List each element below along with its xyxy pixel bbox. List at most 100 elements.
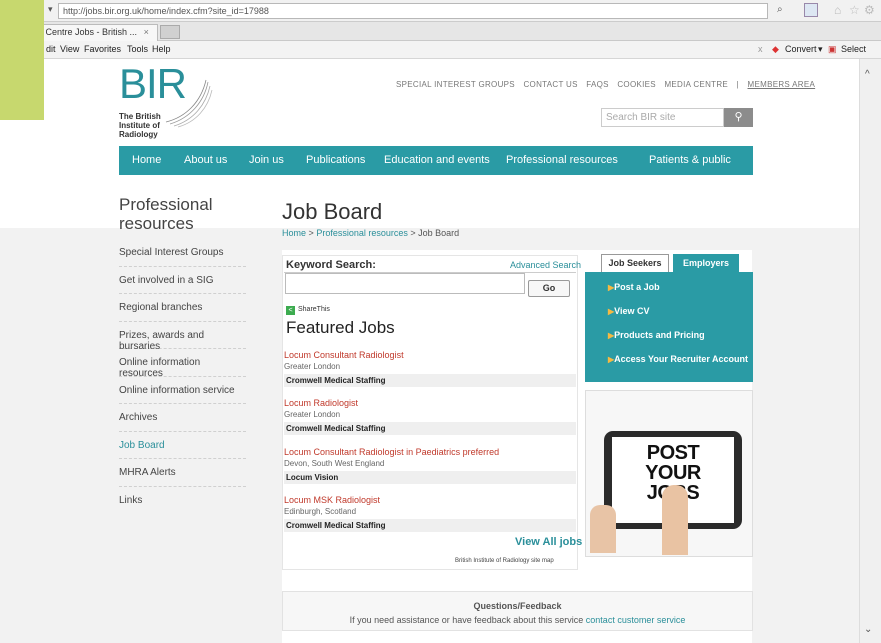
share-icon[interactable]: < (286, 306, 295, 315)
view-all-jobs-link[interactable]: View All jobs (515, 536, 582, 548)
sidebar-item-job-board[interactable]: Job Board (119, 432, 246, 459)
job-title-link[interactable]: Locum Radiologist (284, 398, 576, 408)
favorites-star-icon[interactable]: ☆ (849, 3, 860, 17)
hand-right-graphic (662, 485, 688, 555)
convert-dropdown-icon[interactable]: ▾ (818, 44, 823, 55)
link-special-interest-groups[interactable]: SPECIAL INTEREST GROUPS (396, 80, 515, 89)
sidebar-item-get-involved-in-a-sig[interactable]: Get involved in a SIG (119, 267, 246, 294)
select-icon: ▣ (828, 44, 837, 54)
post-a-job-link[interactable]: ▶Post a Job (608, 282, 660, 292)
job-listing: Locum Consultant Radiologist Greater Lon… (284, 350, 576, 387)
site-search-input[interactable]: Search BIR site (601, 108, 724, 127)
job-listing: Locum MSK Radiologist Edinburgh, Scotlan… (284, 495, 576, 532)
sidebar-item-online-information-service[interactable]: Online information service (119, 377, 246, 404)
job-location: Greater London (284, 362, 341, 371)
job-title-link[interactable]: Locum Consultant Radiologist in Paediatr… (284, 447, 576, 457)
contact-customer-service-link[interactable]: contact customer service (586, 615, 686, 625)
menu-view[interactable]: View (60, 44, 79, 54)
job-title-link[interactable]: Locum Consultant Radiologist (284, 350, 576, 360)
job-listing: Locum Consultant Radiologist in Paediatr… (284, 447, 576, 484)
featured-jobs-heading: Featured Jobs (286, 318, 395, 337)
link-contact-us[interactable]: CONTACT US (523, 80, 577, 89)
search-icon[interactable]: ⌕ (777, 4, 783, 15)
keyword-search-input[interactable] (285, 273, 525, 294)
back-forward-icon[interactable]: ▾ (48, 4, 53, 15)
breadcrumb-professional-resources[interactable]: Professional resources (316, 228, 408, 238)
breadcrumb-home[interactable]: Home (282, 228, 306, 238)
share-this-link[interactable]: ShareThis (298, 306, 330, 313)
nav-join-us[interactable]: Join us (249, 154, 284, 166)
nav-professional-resources[interactable]: Professional resources (506, 154, 618, 166)
tab-strip: er Centre Jobs - British ... × (0, 22, 881, 41)
close-tab-icon[interactable]: × (144, 27, 149, 37)
sidebar-item-archives[interactable]: Archives (119, 404, 246, 432)
tab-job-seekers[interactable]: Job Seekers (601, 254, 669, 272)
breadcrumb-current: Job Board (418, 228, 460, 238)
keyword-search-label: Keyword Search: (286, 259, 376, 271)
job-company: Cromwell Medical Staffing (284, 374, 576, 387)
sidebar-item-regional-branches[interactable]: Regional branches (119, 294, 246, 322)
breadcrumb-separator: > (308, 228, 314, 238)
hand-left-graphic (590, 505, 616, 553)
nav-publications[interactable]: Publications (306, 154, 365, 166)
sidebar-item-prizes-awards-bursaries[interactable]: Prizes, awards and bursaries (119, 322, 246, 352)
scrollbar[interactable]: ^ ⌄ (859, 59, 881, 643)
job-location: Devon, South West England (284, 459, 385, 468)
job-title-link[interactable]: Locum MSK Radiologist (284, 495, 576, 505)
nav-patients-and-public[interactable]: Patients & public (649, 154, 731, 166)
utility-links: SPECIAL INTEREST GROUPS CONTACT US FAQS … (390, 80, 815, 89)
tab-employers[interactable]: Employers (673, 254, 739, 272)
tab-active[interactable]: er Centre Jobs - British ... × (30, 24, 158, 41)
sidebar-heading: Professional resources (119, 195, 213, 233)
gear-icon[interactable]: ⚙ (864, 3, 875, 17)
sticky-note-overlay (0, 0, 44, 120)
menu-edit[interactable]: dit (46, 44, 56, 54)
access-recruiter-account-link[interactable]: ▶Access Your Recruiter Account (608, 354, 748, 364)
sidebar-item-mhra-alerts[interactable]: MHRA Alerts (119, 459, 246, 487)
sidebar-item-links[interactable]: Links (119, 487, 246, 515)
job-company: Cromwell Medical Staffing (284, 422, 576, 435)
link-members-area[interactable]: MEMBERS AREA (748, 80, 816, 89)
site-map-link[interactable]: British Institute of Radiology site map (455, 558, 554, 564)
menu-help[interactable]: Help (152, 44, 171, 54)
job-company: Cromwell Medical Staffing (284, 519, 576, 532)
job-company: Locum Vision (284, 471, 576, 484)
menu-bar: dit View Favorites Tools Help x ◆ Conver… (0, 41, 881, 59)
select-button[interactable]: Select (841, 44, 866, 54)
nav-about-us[interactable]: About us (184, 154, 227, 166)
menu-favorites[interactable]: Favorites (84, 44, 121, 54)
scroll-up-icon[interactable]: ^ (865, 69, 870, 80)
main-nav: Home About us Join us Publications Educa… (119, 146, 753, 175)
breadcrumb: Home > Professional resources > Job Boar… (282, 228, 459, 238)
tab-label: er Centre Jobs - British ... (35, 27, 138, 37)
sidebar-nav: Special Interest Groups Get involved in … (119, 239, 246, 514)
job-location: Greater London (284, 410, 341, 419)
feedback-text: If you need assistance or have feedback … (349, 615, 686, 625)
feedback-title: Questions/Feedback (473, 601, 562, 611)
sidebar-item-special-interest-groups[interactable]: Special Interest Groups (119, 239, 246, 267)
home-icon[interactable]: ⌂ (834, 3, 841, 17)
page-title: Job Board (282, 199, 383, 224)
convert-button[interactable]: Convert (785, 44, 817, 54)
go-button[interactable]: Go (528, 280, 570, 297)
nav-home[interactable]: Home (132, 154, 161, 166)
link-cookies[interactable]: COOKIES (617, 80, 656, 89)
job-listing: Locum Radiologist Greater London Cromwel… (284, 398, 576, 435)
site-search-button[interactable]: ⚲ (724, 108, 753, 127)
close-toolbar-icon[interactable]: x (758, 44, 763, 54)
nav-education-and-events[interactable]: Education and events (384, 154, 490, 166)
search-icon: ⚲ (734, 111, 743, 123)
advanced-search-link[interactable]: Advanced Search (510, 260, 581, 270)
new-tab-button[interactable] (160, 25, 180, 39)
address-bar: ▾ http://jobs.bir.org.uk/home/index.cfm?… (0, 0, 881, 22)
scroll-down-icon[interactable]: ⌄ (864, 624, 872, 635)
feedback-box: Questions/Feedback If you need assistanc… (282, 591, 753, 631)
link-media-centre[interactable]: MEDIA CENTRE (664, 80, 728, 89)
link-faqs[interactable]: FAQS (586, 80, 609, 89)
url-field[interactable]: http://jobs.bir.org.uk/home/index.cfm?si… (58, 3, 768, 19)
menu-tools[interactable]: Tools (127, 44, 148, 54)
refresh-icon[interactable] (804, 3, 818, 17)
sidebar-item-online-information-resources[interactable]: Online information resources (119, 349, 246, 379)
products-and-pricing-link[interactable]: ▶Products and Pricing (608, 330, 705, 340)
view-cv-link[interactable]: ▶View CV (608, 306, 650, 316)
